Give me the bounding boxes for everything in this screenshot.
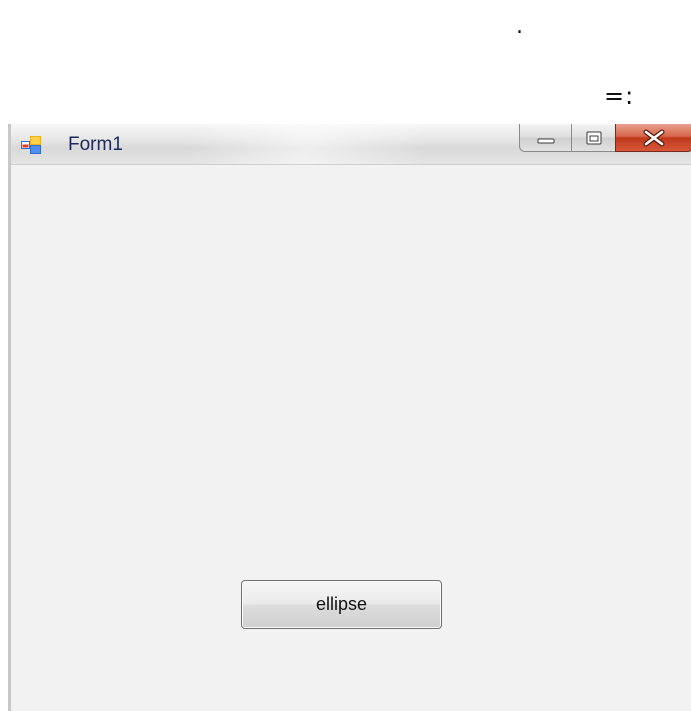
page: . =: Form1 ellipse <box>0 0 691 711</box>
winforms-app-icon <box>21 136 41 154</box>
maximize-icon <box>586 131 601 144</box>
minimize-icon <box>537 138 554 143</box>
window-title: Form1 <box>68 134 123 155</box>
maximize-button[interactable] <box>571 124 615 152</box>
ellipse-button[interactable]: ellipse <box>241 580 442 629</box>
form-client-area: ellipse <box>11 165 691 711</box>
caption-buttons <box>519 124 691 154</box>
form1-window: Form1 ellipse <box>8 124 691 711</box>
stray-dot-text: . <box>516 14 523 39</box>
close-button[interactable] <box>615 124 691 152</box>
close-icon <box>643 129 664 146</box>
title-bar[interactable]: Form1 <box>11 124 691 165</box>
stray-symbols-text: =: <box>604 82 635 110</box>
minimize-button[interactable] <box>519 124 571 152</box>
